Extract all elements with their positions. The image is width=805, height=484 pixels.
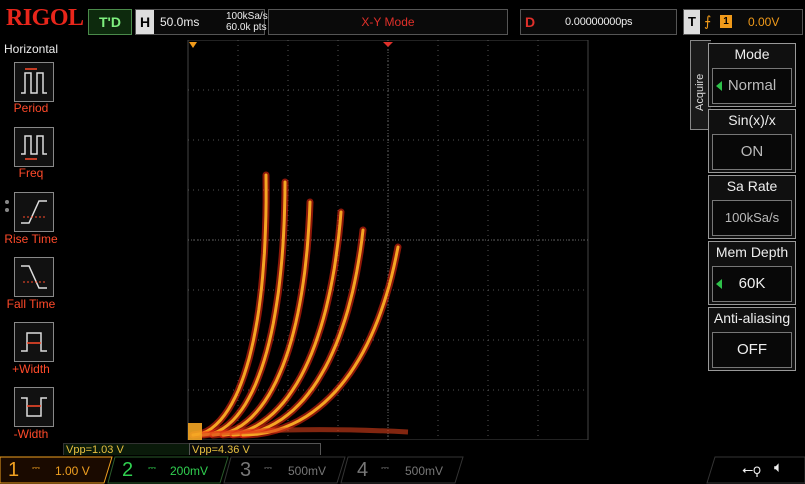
positive-width-label: +Width: [12, 362, 50, 376]
rise-time-label: Rise Time: [4, 232, 58, 246]
anti-aliasing-title: Anti-aliasing: [713, 310, 791, 326]
trigger-offset-marker: [383, 42, 393, 47]
select-arrow-icon: [716, 279, 722, 289]
channel-4-scale: 500mV: [405, 464, 444, 478]
channel-1-scale: 1.00 V: [55, 464, 90, 478]
channel-1-indicator[interactable]: 1 ⎓ 1.00 V: [0, 457, 110, 483]
trace-floor-smear: [201, 427, 409, 438]
channel-3-scale: 500mV: [288, 464, 327, 478]
channel-2-number: 2: [122, 459, 134, 481]
fall-time-label: Fall Time: [6, 297, 56, 311]
horizontal-label: H: [136, 10, 154, 34]
top-status-bar: RIGOL T'D H 50.0ms 100kSa/s 60.0k pts X-…: [0, 0, 805, 40]
channel-3-number: 3: [240, 459, 252, 481]
trigger-status-badge: T'D: [88, 9, 132, 35]
sample-rate-softkey[interactable]: Sa Rate 100kSa/s: [708, 175, 796, 239]
fall-time-icon: [21, 265, 47, 289]
dc-coupling-icon: ⎓: [148, 463, 156, 474]
brand-logo: RIGOL: [6, 5, 84, 31]
trace-curve-glow: [189, 171, 270, 439]
sinx-softkey[interactable]: Sin(x)/x ON: [708, 109, 796, 173]
period-button[interactable]: [14, 62, 54, 102]
usb-icon: ⭠⚲: [742, 461, 761, 477]
period-label: Period: [13, 101, 49, 115]
frequency-icon: [21, 135, 47, 160]
trigger-box[interactable]: T ⨍ 1 0.00V: [683, 9, 803, 35]
sinx-value: ON: [740, 143, 764, 160]
anti-aliasing-value: OFF: [737, 341, 767, 358]
delay-value: 0.00000000ps: [565, 16, 633, 28]
trigger-source: 1: [720, 15, 732, 28]
acquire-menu: Acquire Mode Normal Sin(x)/x ON Sa Rate …: [690, 40, 805, 455]
positive-width-button[interactable]: [14, 322, 54, 362]
negative-width-icon: [21, 397, 47, 417]
sample-rate-value-box: 100kSa/s: [712, 200, 792, 236]
trace-curve: [191, 173, 268, 437]
negative-width-label: -Width: [13, 427, 49, 441]
sinx-value-box: ON: [712, 134, 792, 170]
channel-2-indicator[interactable]: 2 ⎓ 200mV: [112, 457, 222, 483]
trigger-level: 0.00V: [748, 15, 780, 29]
anti-aliasing-value-box: OFF: [712, 332, 792, 368]
waveform-display[interactable]: [63, 39, 705, 441]
sinx-title: Sin(x)/x: [728, 112, 776, 128]
mode-value: Normal: [727, 77, 777, 94]
mode-value-box: Normal: [712, 68, 792, 104]
left-menu-title: Horizontal: [4, 42, 59, 56]
rise-time-icon: [21, 200, 47, 224]
sample-rate-value: 100kSa/s: [226, 11, 268, 22]
mem-depth-title: Mem Depth: [715, 244, 789, 260]
page-dot: [5, 208, 9, 212]
display-mode-indicator: X-Y Mode: [268, 9, 508, 35]
speaker-icon[interactable]: 🔈︎: [774, 459, 783, 476]
channel-4-indicator[interactable]: 4 ⎓ 500mV: [347, 457, 457, 483]
horizontal-timebase-box[interactable]: H 50.0ms 100kSa/s 60.0k pts: [135, 9, 268, 35]
mode-softkey[interactable]: Mode Normal: [708, 43, 796, 107]
fall-time-button[interactable]: [14, 257, 54, 297]
mem-depth-value-box: 60K: [712, 266, 792, 302]
trace-curve-glow: [199, 178, 289, 439]
acquire-tab-label: Acquire: [694, 73, 706, 111]
sample-rate-title: Sa Rate: [726, 178, 778, 194]
memory-points-value: 60.0k pts: [226, 22, 267, 33]
frequency-button[interactable]: [14, 127, 54, 167]
timebase-value: 50.0ms: [160, 15, 200, 29]
mode-title: Mode: [734, 46, 770, 62]
delay-label: D: [524, 14, 536, 30]
trigger-position-marker: [189, 42, 197, 48]
channel-1-number: 1: [8, 459, 20, 481]
dc-coupling-icon: ⎓: [264, 463, 272, 474]
trigger-label: T: [684, 10, 700, 34]
sample-rate-setting: 100kSa/s: [724, 210, 780, 225]
mem-depth-softkey[interactable]: Mem Depth 60K: [708, 241, 796, 305]
anti-aliasing-softkey[interactable]: Anti-aliasing OFF: [708, 307, 796, 371]
trace-origin-cluster: [188, 423, 202, 440]
negative-width-button[interactable]: [14, 387, 54, 427]
channel-3-indicator[interactable]: 3 ⎓ 500mV: [230, 457, 340, 483]
channel-4-number: 4: [357, 459, 369, 481]
positive-width-icon: [21, 332, 47, 352]
channel-2-scale: 200mV: [170, 464, 209, 478]
rise-time-button[interactable]: [14, 192, 54, 232]
mem-depth-value: 60K: [738, 275, 766, 292]
select-arrow-icon: [716, 81, 722, 91]
display-mode-label: X-Y Mode: [361, 15, 415, 29]
delay-box[interactable]: D 0.00000000ps: [520, 9, 677, 35]
page-dot: [5, 200, 9, 204]
xy-plot: [187, 39, 589, 441]
rising-edge-icon: ⨍: [704, 13, 712, 29]
dc-coupling-icon: ⎓: [32, 463, 40, 474]
frequency-label: Freq: [18, 166, 44, 180]
period-icon: [21, 68, 47, 94]
dc-coupling-icon: ⎓: [381, 463, 389, 474]
